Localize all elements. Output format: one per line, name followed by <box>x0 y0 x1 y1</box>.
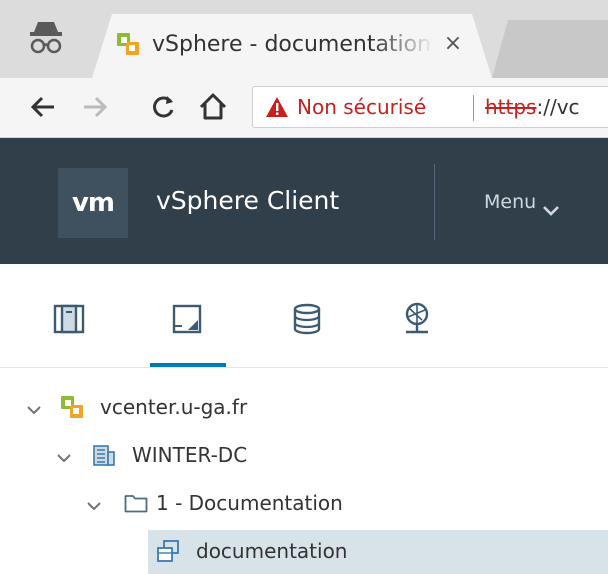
storage-icon[interactable] <box>290 302 324 336</box>
browser-tab-active[interactable]: vSphere - documentation × <box>92 14 492 78</box>
vcenter-icon <box>60 395 84 419</box>
reload-icon[interactable] <box>146 90 180 124</box>
chevron-down-icon[interactable] <box>56 449 72 463</box>
browser-tabstrip: vSphere - documentation × <box>0 0 608 78</box>
vms-templates-icon[interactable] <box>170 302 204 336</box>
incognito-icon <box>28 18 64 58</box>
chevron-down-icon[interactable] <box>26 401 42 415</box>
url-rest: ://vc <box>536 95 580 119</box>
inventory-tree: vcenter.u-ga.fr WINTER-DC 1 - Documentat… <box>0 368 608 574</box>
tree-node-vm-selected[interactable]: documentation <box>148 530 608 574</box>
menu-label: Menu <box>484 191 537 213</box>
folder-icon <box>124 491 148 515</box>
browser-toolbar: Non sécurisé https://vc <box>0 78 608 138</box>
tree-node-folder[interactable]: 1 - Documentation <box>0 482 608 526</box>
tree-node-label: vcenter.u-ga.fr <box>100 395 248 419</box>
browser-tab-title: vSphere - documentation <box>152 32 432 57</box>
address-bar[interactable]: Non sécurisé https://vc <box>252 86 608 128</box>
tree-node-label: documentation <box>196 539 348 563</box>
navigator-tabs <box>0 264 608 368</box>
networking-icon[interactable] <box>400 302 434 336</box>
url-text[interactable]: https://vc <box>485 95 580 119</box>
back-arrow-icon[interactable] <box>26 90 60 124</box>
chevron-down-icon[interactable] <box>86 497 102 511</box>
vsphere-header: vm vSphere Client Menu <box>0 138 608 264</box>
tree-node-label: 1 - Documentation <box>156 491 343 515</box>
hosts-clusters-icon[interactable] <box>52 302 86 336</box>
tree-node-vcenter[interactable]: vcenter.u-ga.fr <box>0 386 608 430</box>
browser-new-tab[interactable] <box>492 20 608 78</box>
chevron-down-icon <box>542 197 560 216</box>
security-status-label[interactable]: Non sécurisé <box>297 95 426 119</box>
forward-arrow-icon[interactable] <box>78 90 112 124</box>
home-icon[interactable] <box>196 90 230 124</box>
menu-button[interactable]: Menu <box>484 188 560 216</box>
url-scheme: https <box>485 95 537 119</box>
active-tab-indicator <box>150 363 226 367</box>
datacenter-icon <box>92 443 116 467</box>
vmware-logo[interactable]: vm <box>58 168 128 238</box>
warning-triangle-icon <box>265 96 289 118</box>
vm-icon <box>156 539 180 563</box>
header-divider <box>434 164 435 240</box>
tree-node-datacenter[interactable]: WINTER-DC <box>0 434 608 478</box>
address-separator <box>473 95 474 121</box>
tab-close-icon[interactable]: × <box>440 30 466 58</box>
vsphere-favicon-icon <box>116 32 140 56</box>
tree-node-label: WINTER-DC <box>132 443 248 467</box>
app-title: vSphere Client <box>156 186 340 215</box>
